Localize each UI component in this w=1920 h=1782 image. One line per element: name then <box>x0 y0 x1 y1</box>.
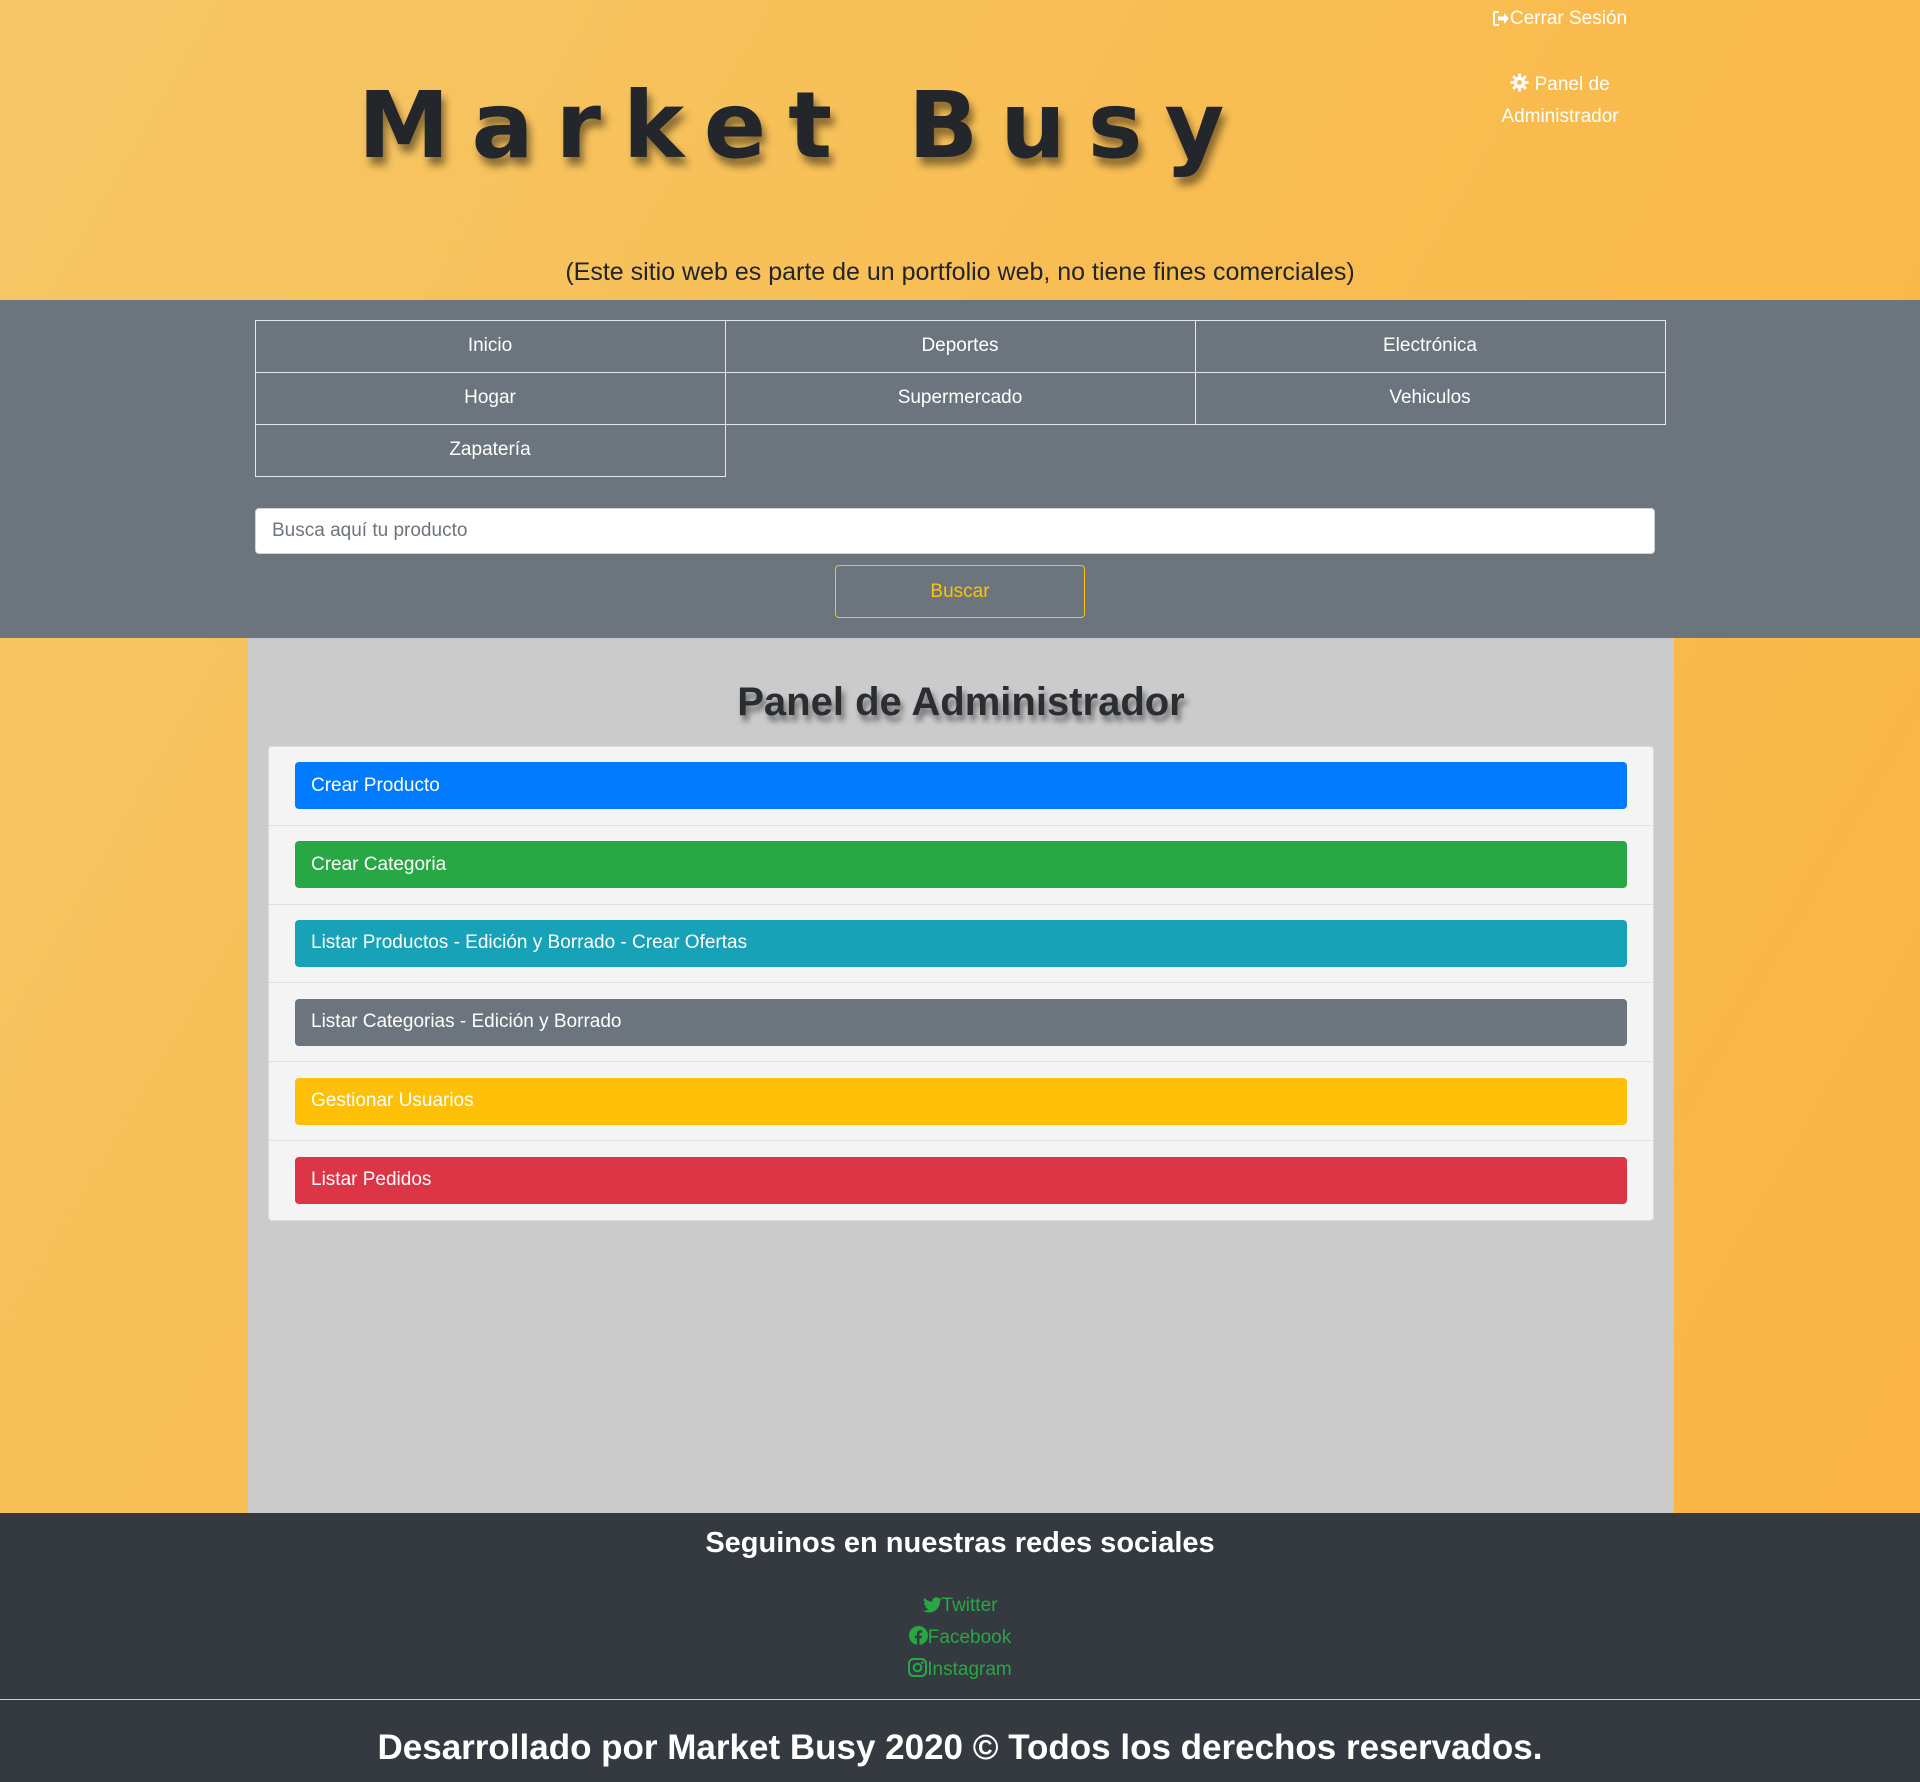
social-title: Seguinos en nuestras redes sociales <box>705 1527 1215 1559</box>
instagram-icon <box>908 1657 928 1687</box>
twitter-link[interactable]: Twitter <box>0 1591 1920 1623</box>
facebook-icon <box>908 1625 928 1655</box>
category-button-zapateria[interactable]: Zapatería <box>254 423 726 477</box>
site-header: Market Busy Cerrar Sesión Panel de Admin… <box>0 0 1920 300</box>
list-orders-button[interactable]: Listar Pedidos <box>295 1156 1627 1204</box>
social-links: Twitter Facebook Instagram <box>0 1591 1920 1687</box>
category-button-deportes[interactable]: Deportes <box>724 319 1196 373</box>
manage-users-button[interactable]: Gestionar Usuarios <box>295 1077 1627 1125</box>
navigation-band: Inicio Deportes Electrónica Hogar Superm… <box>0 300 1920 638</box>
instagram-link[interactable]: Instagram <box>0 1655 1920 1687</box>
footer-divider <box>0 1699 1920 1700</box>
search-button[interactable]: Buscar <box>835 565 1085 618</box>
admin-panel-link[interactable]: Panel de Administrador <box>1470 70 1650 132</box>
create-category-button[interactable]: Crear Categoria <box>295 841 1627 889</box>
list-products-button[interactable]: Listar Productos - Edición y Borrado - C… <box>295 919 1627 967</box>
site-footer: Seguinos en nuestras redes sociales Twit… <box>0 1513 1920 1782</box>
list-item: Listar Categorias - Edición y Borrado <box>269 983 1653 1063</box>
facebook-label: Facebook <box>927 1627 1012 1648</box>
logout-link[interactable]: Cerrar Sesión <box>1470 4 1650 36</box>
list-item: Listar Productos - Edición y Borrado - C… <box>269 905 1653 984</box>
list-item: Crear Producto <box>269 747 1653 826</box>
page-title: Panel de Administrador <box>737 680 1185 724</box>
category-button-vehiculos[interactable]: Vehiculos <box>1194 371 1666 425</box>
user-menu: Cerrar Sesión Panel de Administrador <box>1470 4 1650 132</box>
admin-actions-list: Crear Producto Crear Categoria Listar Pr… <box>268 746 1654 1221</box>
category-menu: Inicio Deportes Electrónica Hogar Superm… <box>254 319 1666 477</box>
category-button-inicio[interactable]: Inicio <box>254 319 726 373</box>
site-subtitle: (Este sitio web es parte de un portfolio… <box>565 258 1355 286</box>
admin-panel: Panel de Administrador Crear Producto Cr… <box>248 638 1674 1513</box>
create-product-button[interactable]: Crear Producto <box>295 762 1627 810</box>
twitter-icon <box>922 1593 942 1623</box>
list-item: Gestionar Usuarios <box>269 1062 1653 1141</box>
instagram-label: Instagram <box>927 1659 1012 1680</box>
list-item: Crear Categoria <box>269 826 1653 905</box>
category-button-hogar[interactable]: Hogar <box>254 371 726 425</box>
site-logo[interactable]: Market Busy <box>358 80 1246 172</box>
copyright-text: Desarrollado por Market Busy 2020 © Todo… <box>377 1728 1543 1767</box>
list-item: Listar Pedidos <box>269 1141 1653 1220</box>
logout-label: Cerrar Sesión <box>1509 8 1628 29</box>
sign-out-icon <box>1492 6 1510 36</box>
list-categories-button[interactable]: Listar Categorias - Edición y Borrado <box>295 998 1627 1046</box>
category-button-supermercado[interactable]: Supermercado <box>724 371 1196 425</box>
facebook-link[interactable]: Facebook <box>0 1623 1920 1655</box>
gear-icon <box>1510 72 1529 102</box>
category-button-electronica[interactable]: Electrónica <box>1194 319 1666 373</box>
search-input[interactable] <box>255 508 1655 554</box>
twitter-label: Twitter <box>941 1595 998 1616</box>
